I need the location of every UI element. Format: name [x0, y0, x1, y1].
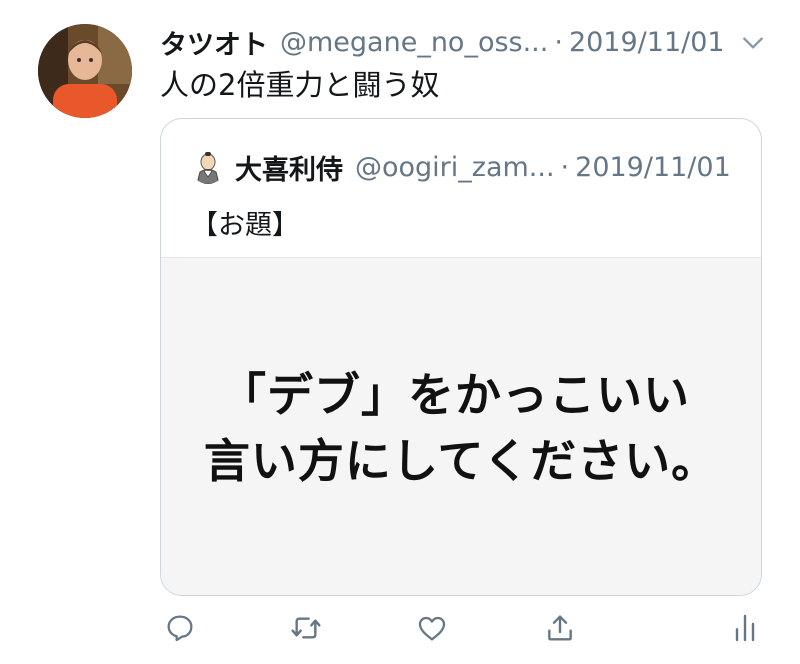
- tweet-actions: [160, 608, 760, 652]
- tweet-text: 人の2倍重力と闘う奴: [160, 68, 440, 102]
- like-button[interactable]: [412, 608, 452, 648]
- tweet-date[interactable]: 2019/11/01: [569, 27, 725, 58]
- heart-icon: [418, 616, 446, 641]
- quoted-tweet-header: 大喜利侍 @oogiri_zam... · 2019/11/01: [191, 147, 731, 187]
- quoted-media-image[interactable]: 「デブ」をかっこいい 言い方にしてください。: [161, 257, 761, 595]
- quoted-display-name[interactable]: 大喜利侍: [235, 148, 343, 187]
- retweet-icon: [291, 617, 321, 639]
- avatar[interactable]: [38, 24, 132, 118]
- quoted-avatar: [191, 150, 225, 184]
- quoted-tweet-card[interactable]: 大喜利侍 @oogiri_zam... · 2019/11/01 【お題】 「デ…: [160, 118, 762, 596]
- chevron-down-icon[interactable]: [740, 30, 766, 56]
- display-name[interactable]: タツオト: [160, 23, 268, 62]
- quoted-tweet-date[interactable]: 2019/11/01: [575, 152, 731, 183]
- avatar-image: [38, 24, 132, 118]
- analytics-button[interactable]: [725, 608, 765, 648]
- retweet-button[interactable]: [286, 608, 326, 648]
- analytics-icon: [735, 614, 755, 642]
- quoted-tweet-text: 【お題】: [191, 210, 299, 241]
- quoted-user-handle[interactable]: @oogiri_zam...: [355, 152, 555, 183]
- share-button[interactable]: [540, 608, 580, 648]
- media-text-line-1: 「デブ」をかっこいい: [220, 367, 690, 422]
- media-text-line-2: 言い方にしてください。: [203, 433, 719, 488]
- reply-button[interactable]: [160, 608, 200, 648]
- share-icon: [548, 615, 572, 641]
- quoted-separator: ·: [560, 151, 570, 183]
- user-handle[interactable]: @megane_no_oss...: [280, 27, 548, 58]
- tweet-header: タツオト @megane_no_oss... · 2019/11/01: [160, 22, 770, 62]
- tweet: タツオト @megane_no_oss... · 2019/11/01 人の2倍…: [0, 0, 800, 664]
- reply-icon: [167, 615, 193, 642]
- separator: ·: [554, 26, 563, 58]
